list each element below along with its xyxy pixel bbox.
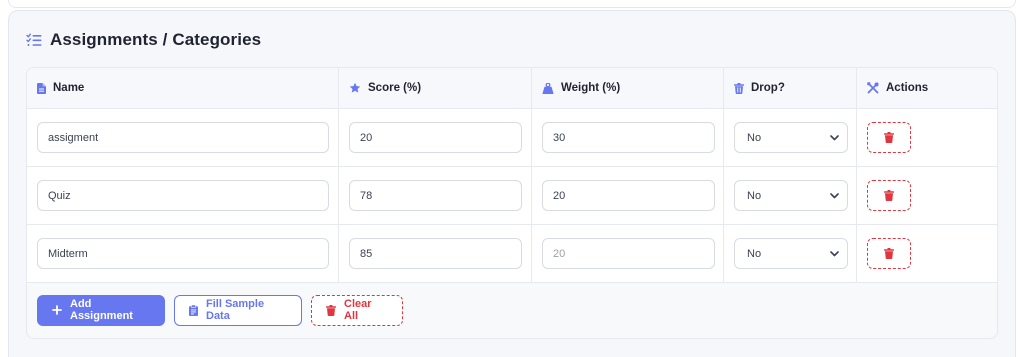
- score-input[interactable]: 85: [349, 238, 522, 269]
- drop-select[interactable]: No: [734, 238, 848, 269]
- column-header-drop: Drop?: [724, 68, 857, 108]
- name-input[interactable]: Quiz: [37, 180, 329, 211]
- delete-row-button[interactable]: [867, 238, 911, 269]
- drop-select-value: No: [747, 131, 762, 144]
- column-header-actions: Actions: [857, 68, 997, 108]
- column-header-label: Actions: [886, 82, 929, 94]
- list-check-icon: [26, 33, 42, 47]
- column-header-label: Name: [53, 82, 85, 94]
- chevron-down-icon: [830, 192, 839, 199]
- previous-card-edge: [8, 0, 1016, 8]
- chevron-down-icon: [830, 134, 839, 141]
- column-header-weight: Weight (%): [532, 68, 724, 108]
- plus-icon: [52, 305, 62, 315]
- table-header: Name Score (%) Weight (%) Drop? Actions: [27, 68, 997, 109]
- name-input[interactable]: Midterm: [37, 238, 329, 269]
- fill-sample-data-button[interactable]: Fill Sample Data: [174, 294, 302, 326]
- file-icon: [37, 82, 46, 94]
- column-header-label: Weight (%): [561, 82, 621, 94]
- column-header-label: Score (%): [368, 82, 422, 94]
- add-assignment-label: Add Assignment: [70, 298, 133, 322]
- column-header-score: Score (%): [339, 68, 532, 108]
- delete-row-button[interactable]: [867, 180, 911, 211]
- column-header-name: Name: [27, 68, 339, 108]
- assignments-panel: Assignments / Categories Name Score (%): [8, 10, 1016, 357]
- drop-select-value: No: [747, 247, 762, 260]
- score-input[interactable]: 78: [349, 180, 522, 211]
- tools-icon: [867, 82, 879, 94]
- column-header-label: Drop?: [751, 82, 785, 94]
- delete-row-button[interactable]: [867, 122, 911, 153]
- chevron-down-icon: [830, 250, 839, 257]
- star-icon: [349, 82, 361, 94]
- table-row: assigment 20 30 No: [27, 109, 997, 167]
- clipboard-icon: [189, 304, 198, 316]
- drop-select[interactable]: No: [734, 180, 848, 211]
- weight-icon: [542, 82, 554, 94]
- assignments-table: Name Score (%) Weight (%) Drop? Actions …: [26, 67, 998, 339]
- panel-header: Assignments / Categories: [26, 29, 261, 51]
- trash-icon: [884, 248, 894, 259]
- add-assignment-button[interactable]: Add Assignment: [37, 294, 165, 326]
- weight-input[interactable]: 20: [542, 238, 715, 269]
- table-row: Quiz 78 20 No: [27, 167, 997, 225]
- weight-input[interactable]: 20: [542, 180, 715, 211]
- clear-all-button[interactable]: Clear All: [311, 294, 403, 326]
- fill-sample-data-label: Fill Sample Data: [206, 298, 265, 322]
- trash-icon: [326, 304, 336, 316]
- trash-icon: [734, 82, 744, 94]
- name-input[interactable]: assigment: [37, 122, 329, 153]
- weight-input[interactable]: 30: [542, 122, 715, 153]
- section-title: Assignments / Categories: [50, 30, 262, 49]
- score-input[interactable]: 20: [349, 122, 522, 153]
- clear-all-label: Clear All: [344, 298, 372, 322]
- table-actions: Add Assignment Fill Sample Data Clear Al…: [27, 282, 997, 338]
- drop-select[interactable]: No: [734, 122, 848, 153]
- drop-select-value: No: [747, 189, 762, 202]
- table-row: Midterm 85 20 No: [27, 225, 997, 283]
- trash-icon: [884, 132, 894, 143]
- trash-icon: [884, 190, 894, 201]
